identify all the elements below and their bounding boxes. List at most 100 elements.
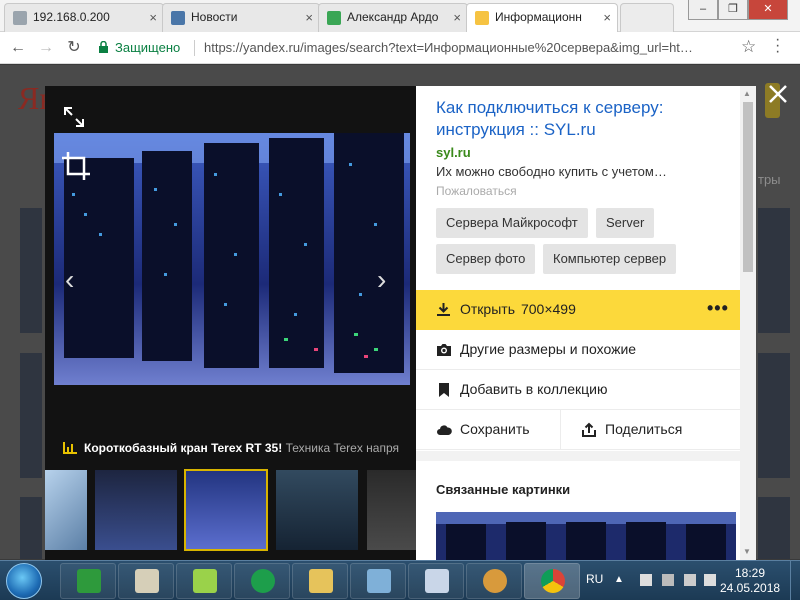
tab-vk[interactable]: Новости × — [162, 3, 320, 32]
url-field[interactable]: https://yandex.ru/images/search?text=Инф… — [204, 40, 734, 55]
other-sizes-label: Другие размеры и похожие — [460, 341, 637, 357]
image-info-panel: Как подключиться к серверу: инструкция :… — [416, 86, 740, 560]
camera-search-icon — [437, 344, 451, 356]
tag-chip[interactable]: Компьютер сервер — [543, 244, 677, 274]
tray-arrow-icon[interactable]: ▲ — [614, 574, 626, 586]
scroll-down-icon[interactable]: ▼ — [743, 547, 751, 556]
panel-scrollbar[interactable]: ▲ ▼ — [740, 86, 756, 560]
back-icon[interactable]: ← — [8, 38, 28, 58]
bookmark-icon — [439, 383, 449, 397]
system-clock[interactable]: 18:29 24.05.2018 — [720, 566, 780, 596]
close-viewer-icon[interactable] — [766, 82, 790, 106]
close-icon[interactable]: × — [305, 4, 313, 31]
forward-icon[interactable]: → — [36, 38, 56, 58]
action-center-icon[interactable] — [640, 574, 652, 586]
result-thumbnail[interactable] — [20, 208, 42, 333]
image-viewer: ‹ › Короткобазный кран Terex RT 35! Техн… — [45, 86, 416, 560]
add-to-collection-button[interactable]: Добавить в коллекцию — [416, 370, 740, 410]
tab-label: Информационн — [495, 10, 582, 24]
bookmark-star-icon[interactable]: ☆ — [741, 37, 756, 57]
start-button[interactable] — [6, 563, 42, 599]
strip-thumbnail[interactable] — [95, 470, 177, 550]
thumbnail-strip — [45, 469, 416, 551]
source-description: Их можно свободно купить с учетом… — [436, 164, 667, 179]
result-thumbnail[interactable] — [758, 353, 790, 478]
image-dimensions: 700×499 — [520, 301, 576, 317]
network-icon[interactable] — [662, 574, 674, 586]
tab-label: Александр Ардо — [347, 10, 439, 24]
share-label: Поделиться — [605, 421, 683, 437]
add-collection-label: Добавить в коллекцию — [460, 381, 608, 397]
tag-chip[interactable]: Сервера Майкрософт — [436, 208, 588, 238]
result-thumbnail[interactable] — [758, 497, 790, 559]
share-button[interactable]: Поделиться — [561, 410, 740, 450]
maximize-icon[interactable]: ❐ — [718, 0, 748, 20]
ad-title: Короткобазный кран Terex RT 35! — [84, 441, 283, 455]
taskbar-app[interactable] — [466, 563, 522, 599]
filters-link[interactable]: тры — [758, 172, 781, 187]
fullscreen-icon[interactable] — [63, 106, 85, 128]
save-share-row: Сохранить Поделиться — [416, 410, 740, 450]
show-desktop-button[interactable] — [790, 561, 800, 600]
result-thumbnail[interactable] — [758, 208, 790, 333]
volume-icon[interactable] — [704, 574, 716, 586]
strip-thumbnail-selected[interactable] — [184, 469, 268, 551]
close-icon[interactable]: × — [603, 4, 611, 31]
open-text: Открыть — [460, 301, 515, 317]
open-image-button[interactable]: Открыть 700×499 ••• — [416, 290, 740, 330]
server-room-image[interactable] — [54, 133, 410, 385]
window-close-icon[interactable]: ✕ — [748, 0, 788, 20]
related-image-thumbnail[interactable] — [436, 512, 736, 560]
strip-thumbnail[interactable] — [276, 470, 358, 550]
tag-chip[interactable]: Сервер фото — [436, 244, 536, 274]
notepad-icon — [367, 569, 391, 593]
more-options-icon[interactable]: ••• — [707, 298, 729, 319]
download-icon — [437, 303, 450, 316]
lock-icon — [99, 41, 108, 53]
scroll-up-icon[interactable]: ▲ — [743, 89, 751, 98]
chrome-icon — [541, 569, 565, 593]
tab-router[interactable]: 192.168.0.200 × — [4, 3, 164, 32]
reload-icon[interactable]: ↻ — [64, 38, 84, 58]
result-thumbnail[interactable] — [20, 497, 42, 559]
ad-subtitle: Техника Terex напря — [285, 441, 399, 455]
browser-menu-icon[interactable]: · · · — [775, 32, 780, 60]
taskbar-app[interactable] — [292, 563, 348, 599]
windows-taskbar: RU ▲ 18:29 24.05.2018 — [0, 560, 800, 600]
taskbar-app[interactable] — [60, 563, 116, 599]
new-tab-button[interactable] — [620, 3, 674, 32]
taskbar-app[interactable] — [234, 563, 290, 599]
chart-icon — [63, 442, 77, 454]
prev-arrow-icon[interactable]: ‹ — [65, 264, 74, 296]
tab-yandex-images[interactable]: Информационн × — [466, 3, 618, 32]
strip-thumbnail[interactable] — [45, 470, 87, 550]
source-title-link[interactable]: Как подключиться к серверу: инструкция :… — [436, 97, 726, 141]
folder-icon — [309, 569, 333, 593]
tag-chip[interactable]: Server — [596, 208, 655, 238]
close-icon[interactable]: × — [453, 4, 461, 31]
close-icon[interactable]: × — [149, 4, 157, 31]
sheets-icon — [327, 11, 341, 25]
tab-sheets[interactable]: Александр Ардо × — [318, 3, 468, 32]
taskbar-app[interactable] — [176, 563, 232, 599]
other-sizes-button[interactable]: Другие размеры и похожие — [416, 330, 740, 370]
save-button[interactable]: Сохранить — [416, 410, 560, 450]
taskbar-app[interactable] — [350, 563, 406, 599]
device-icon[interactable] — [684, 574, 696, 586]
taskbar-app[interactable] — [408, 563, 464, 599]
source-domain-link[interactable]: syl.ru — [436, 145, 471, 160]
save-label: Сохранить — [460, 421, 530, 437]
taskbar-app[interactable] — [118, 563, 174, 599]
crop-icon[interactable] — [60, 150, 92, 182]
taskbar-app-chrome[interactable] — [524, 563, 580, 599]
language-indicator[interactable]: RU — [586, 572, 603, 586]
music-icon — [193, 569, 217, 593]
scrollbar-thumb[interactable] — [743, 102, 753, 272]
ad-caption[interactable]: Короткобазный кран Terex RT 35! Техника … — [63, 441, 416, 455]
strip-thumbnail[interactable] — [367, 470, 416, 550]
minimize-icon[interactable]: – — [688, 0, 718, 20]
next-arrow-icon[interactable]: › — [377, 264, 386, 296]
result-thumbnail[interactable] — [20, 353, 42, 478]
secure-label[interactable]: Защищено — [115, 40, 180, 55]
complain-link[interactable]: Пожаловаться — [436, 184, 517, 198]
